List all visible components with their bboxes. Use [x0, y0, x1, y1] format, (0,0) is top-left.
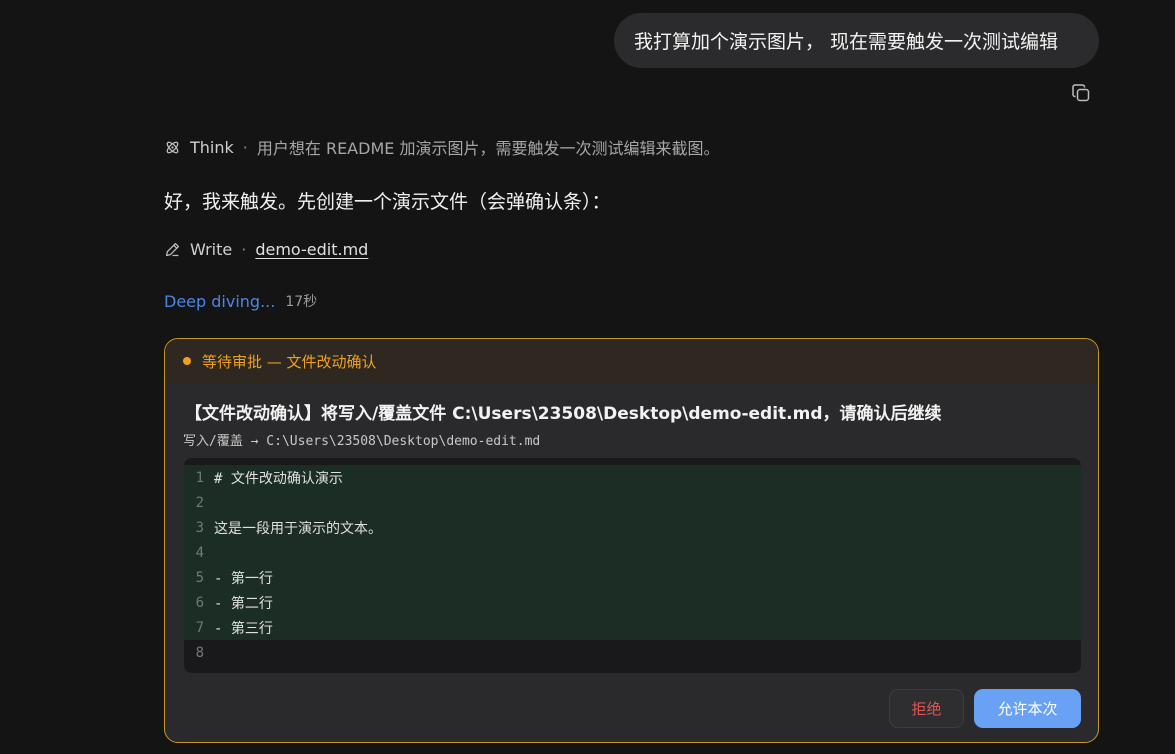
user-message-bubble: 我打算加个演示图片， 现在需要触发一次测试编辑 — [614, 13, 1099, 68]
file-link[interactable]: demo-edit.md — [255, 240, 368, 259]
line-number: 3 — [195, 519, 204, 536]
reject-button[interactable]: 拒绝 — [889, 689, 964, 728]
allow-once-button[interactable]: 允许本次 — [974, 689, 1081, 728]
line-text: - 第三行 — [214, 620, 273, 637]
diff-line: 1 # 文件改动确认演示 — [184, 465, 1081, 490]
user-message-text: 我打算加个演示图片， 现在需要触发一次测试编辑 — [634, 31, 1059, 53]
line-text: # 文件改动确认演示 — [214, 470, 343, 487]
approval-header-text: 等待审批 — 文件改动确认 — [202, 352, 377, 371]
line-number: 1 — [195, 469, 204, 486]
approval-title: 【文件改动确认】将写入/覆盖文件 C:\Users\23508\Desktop\… — [185, 404, 942, 424]
line-text: 这是一段用于演示的文本。 — [214, 520, 382, 537]
assistant-reply: 好，我来触发。先创建一个演示文件（会弹确认条）： — [164, 191, 611, 213]
line-number: 7 — [195, 619, 204, 636]
approval-subtitle: 写入/覆盖 → C:\Users\23508\Desktop\demo-edit… — [183, 434, 541, 449]
line-number: 5 — [195, 569, 204, 586]
approval-card: 等待审批 — 文件改动确认 【文件改动确认】将写入/覆盖文件 C:\Users\… — [164, 338, 1099, 743]
diff-line: 4 — [184, 540, 1081, 565]
think-label: Think — [190, 137, 234, 157]
diff-line: 7 - 第三行 — [184, 615, 1081, 640]
think-separator: · — [242, 137, 248, 157]
think-row[interactable]: Think · 用户想在 README 加演示图片，需要触发一次测试编辑来截图。 — [164, 135, 719, 159]
status-row: Deep diving... 17秒 — [164, 291, 317, 311]
line-text: - 第一行 — [214, 570, 273, 587]
elapsed-time: 17秒 — [285, 294, 318, 310]
pencil-icon — [165, 242, 180, 257]
think-icon — [166, 141, 179, 153]
diff-line: 5 - 第一行 — [184, 565, 1081, 590]
approval-header: 等待审批 — 文件改动确认 — [165, 339, 1098, 383]
diff-line: 3 这是一段用于演示的文本。 — [184, 515, 1081, 540]
diff-line: 2 — [184, 490, 1081, 515]
line-text: - 第二行 — [214, 595, 273, 612]
write-row: Write · demo-edit.md — [164, 240, 368, 259]
line-number: 4 — [195, 544, 204, 561]
line-number: 8 — [195, 644, 204, 661]
think-text: 用户想在 README 加演示图片，需要触发一次测试编辑来截图。 — [256, 139, 720, 158]
pending-dot-icon — [183, 357, 191, 365]
diff-preview: 1 # 文件改动确认演示 2 3 这是一段用于演示的文本。 4 5 - 第一行 6 - … — [184, 458, 1081, 673]
line-number: 6 — [195, 594, 204, 611]
write-label: Write — [190, 240, 233, 259]
line-number: 2 — [195, 494, 204, 511]
write-separator: · — [241, 240, 247, 259]
diff-line: 6 - 第二行 — [184, 590, 1081, 615]
copy-button[interactable] — [1070, 82, 1092, 104]
diff-line: 8 — [184, 640, 1081, 665]
copy-icon — [1072, 84, 1090, 102]
status-text: Deep diving... — [164, 291, 276, 311]
